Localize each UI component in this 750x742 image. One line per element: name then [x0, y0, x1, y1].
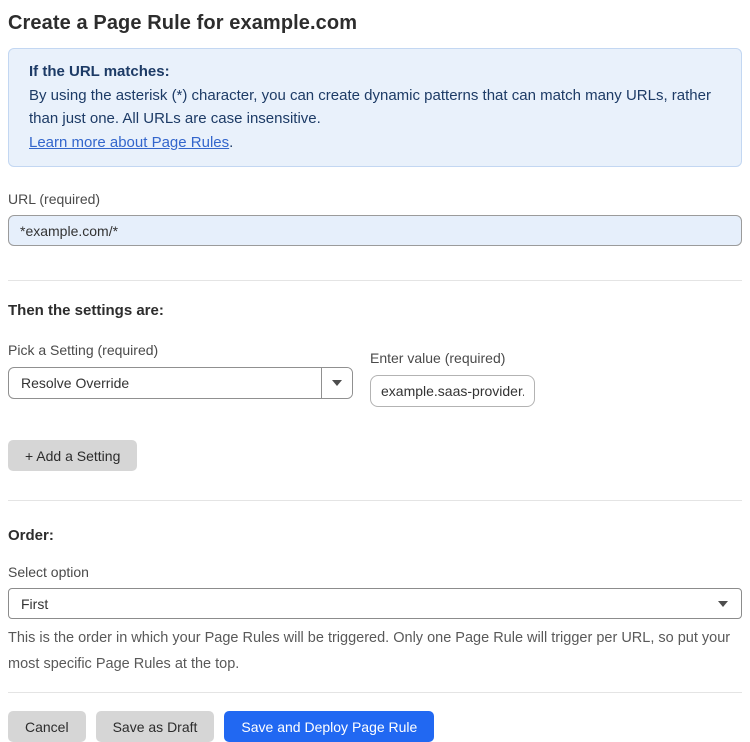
add-setting-button[interactable]: + Add a Setting	[8, 440, 138, 471]
pick-setting-selected-value: Resolve Override	[21, 375, 130, 391]
footer-actions: Cancel Save as Draft Save and Deploy Pag…	[8, 711, 742, 742]
url-match-info-box: If the URL matches: By using the asteris…	[8, 48, 742, 167]
enter-value-label: Enter value (required)	[370, 350, 506, 366]
cancel-button[interactable]: Cancel	[8, 711, 86, 742]
settings-row: Pick a Setting (required) Resolve Overri…	[8, 342, 742, 407]
settings-section-heading: Then the settings are:	[8, 302, 164, 319]
order-select[interactable]: First	[8, 588, 742, 619]
url-input[interactable]	[8, 215, 742, 246]
order-help-text: This is the order in which your Page Rul…	[8, 630, 731, 672]
chevron-down-icon	[332, 380, 342, 386]
save-and-deploy-button[interactable]: Save and Deploy Page Rule	[224, 711, 435, 742]
pick-setting-dropdown[interactable]: Resolve Override	[8, 367, 353, 399]
learn-more-link[interactable]: Learn more about Page Rules	[29, 134, 229, 151]
enter-value-column: Enter value (required)	[370, 350, 535, 407]
order-select-label: Select option	[8, 564, 89, 580]
info-box-heading: If the URL matches:	[29, 63, 170, 80]
save-as-draft-button[interactable]: Save as Draft	[95, 711, 215, 742]
divider	[8, 500, 742, 501]
divider	[8, 280, 742, 281]
chevron-down-icon	[718, 601, 728, 607]
setting-value-input[interactable]	[370, 375, 535, 407]
pick-setting-column: Pick a Setting (required) Resolve Overri…	[8, 342, 353, 399]
order-selected-value: First	[21, 595, 49, 612]
page-title: Create a Page Rule for example.com	[8, 12, 358, 34]
info-box-link-line: Learn more about Page Rules.	[29, 131, 721, 155]
pick-setting-dropdown-button[interactable]	[321, 368, 352, 398]
link-period: .	[229, 133, 234, 151]
url-field-label: URL (required)	[8, 191, 101, 207]
pick-setting-label: Pick a Setting (required)	[8, 342, 159, 358]
info-box-body: By using the asterisk (*) character, you…	[29, 86, 711, 128]
divider	[8, 692, 742, 693]
order-section-heading: Order:	[8, 527, 54, 544]
